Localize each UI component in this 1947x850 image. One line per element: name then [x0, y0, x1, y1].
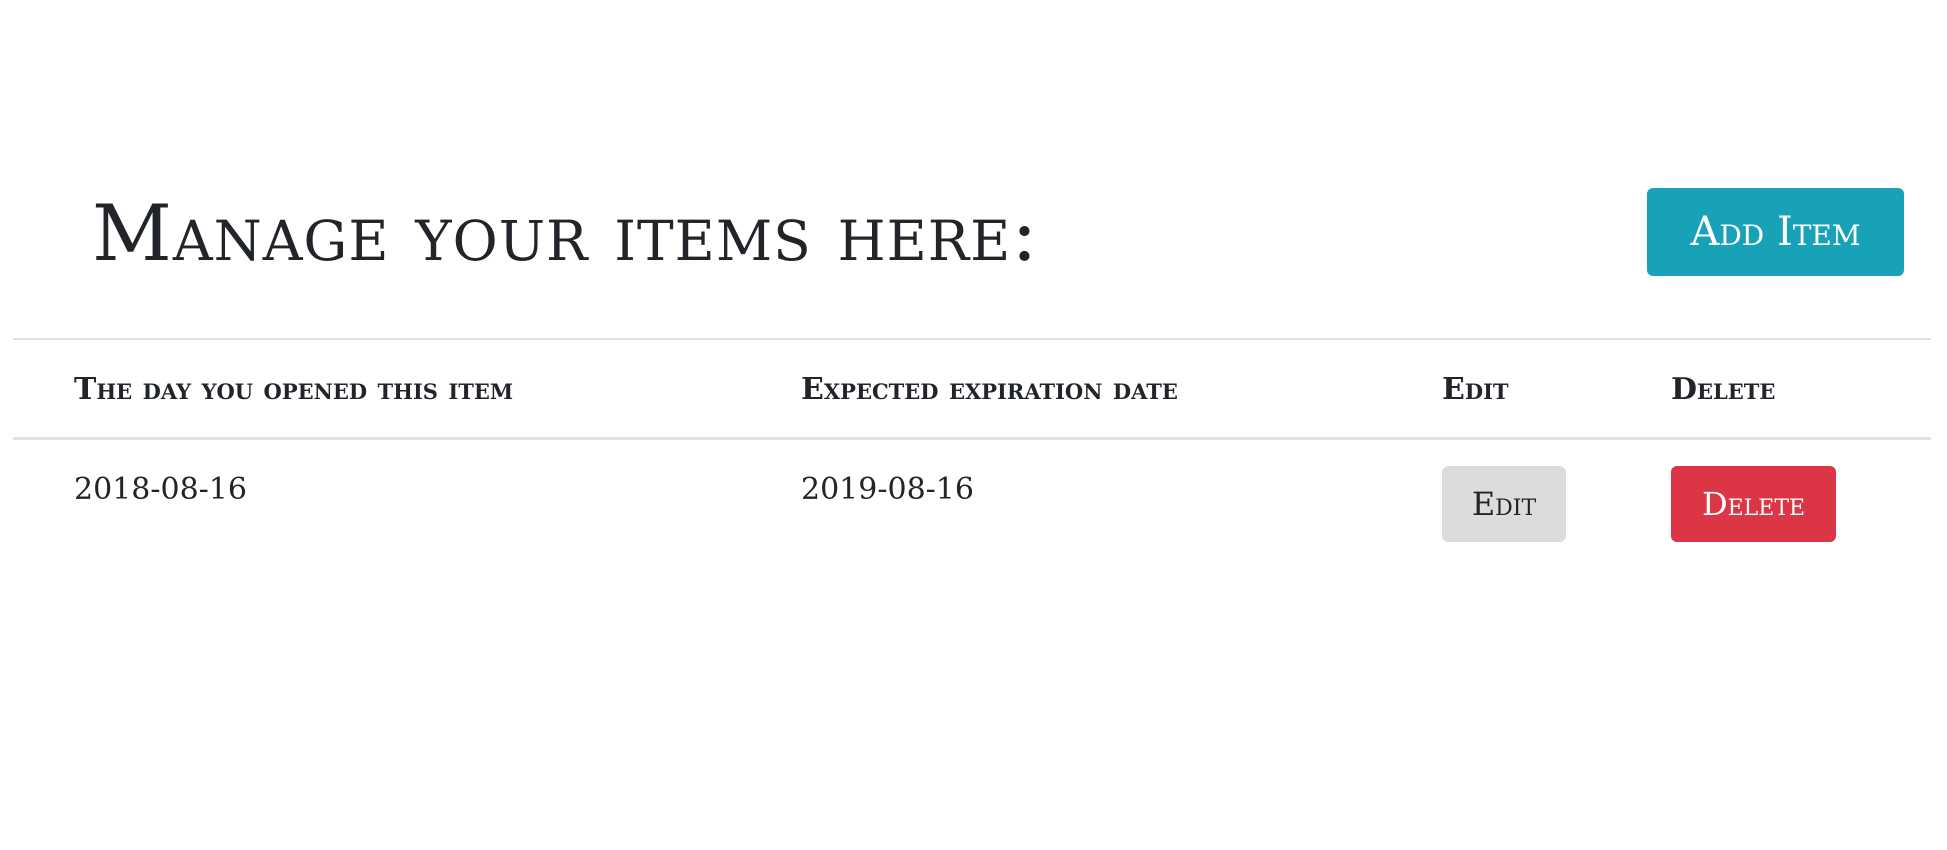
column-header-delete: Delete — [1671, 372, 1776, 407]
add-item-button[interactable]: Add Item — [1647, 188, 1904, 276]
expiration-date-cell: 2019-08-16 — [801, 472, 974, 507]
opened-date-cell: 2018-08-16 — [74, 472, 247, 507]
page-title: Manage your items here: — [92, 189, 1039, 279]
column-header-edit: Edit — [1442, 372, 1509, 407]
table-header-divider — [13, 437, 1931, 440]
table-top-divider — [13, 338, 1931, 340]
edit-button[interactable]: Edit — [1442, 466, 1566, 542]
column-header-expiration-date: Expected expiration date — [801, 372, 1178, 407]
delete-button[interactable]: Delete — [1671, 466, 1836, 542]
page: Manage your items here: Add Item The day… — [0, 0, 1947, 850]
column-header-opened-date: The day you opened this item — [74, 372, 514, 407]
